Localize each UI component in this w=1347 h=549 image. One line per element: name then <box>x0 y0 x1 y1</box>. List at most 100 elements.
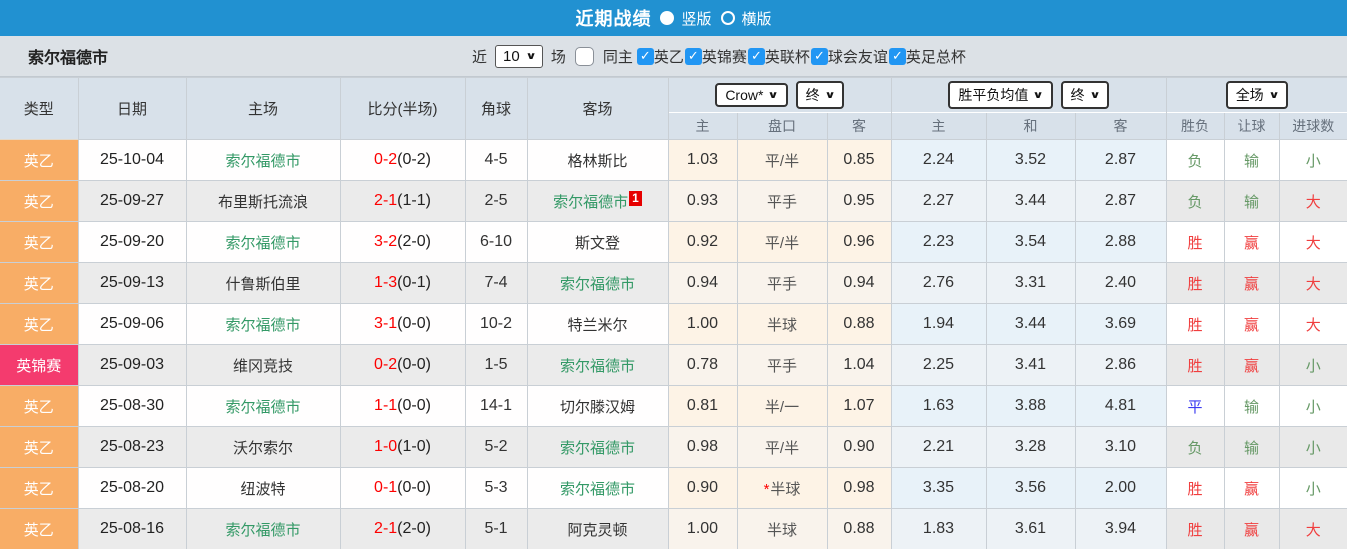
odds-away: 0.95 <box>826 180 892 222</box>
match-score: 0-2(0-2) <box>339 139 466 181</box>
handicap-text: 平/半 <box>764 439 800 457</box>
odds-home: 0.94 <box>667 262 738 304</box>
layout-radio-vertical[interactable]: 竖版 <box>660 8 712 29</box>
odds-home: 0.81 <box>667 385 738 427</box>
away-team: 索尔福德市 1 <box>526 180 669 222</box>
odds-company-dropdown[interactable]: Crow* ∨ <box>715 83 788 107</box>
odds-home: 0.93 <box>667 180 738 222</box>
halftime-score: (2-0) <box>397 233 431 250</box>
odds-away: 1.04 <box>826 344 892 386</box>
table-row: 英乙 25-08-30 索尔福德市 1-1(0-0) 14-1 切尔滕汉姆 0.81 半/一 1… <box>0 385 1347 427</box>
result-outcome: 胜 <box>1165 303 1225 345</box>
match-date: 25-09-13 <box>77 262 187 304</box>
home-team: 索尔福德市 <box>185 303 341 345</box>
checkbox-checked-icon[interactable]: ✓ <box>636 47 654 65</box>
home-team-name: 索尔福德市 <box>225 152 301 170</box>
away-team: 索尔福德市 <box>526 262 669 304</box>
avg-home: 1.94 <box>890 303 987 345</box>
home-team-name: 什鲁斯伯里 <box>225 275 301 293</box>
odds-final-dropdown[interactable]: 终 ∨ <box>795 81 844 109</box>
col-header-score: 比分(半场) <box>339 77 466 140</box>
halftime-score: (0-0) <box>397 356 431 373</box>
avg-away: 2.40 <box>1074 262 1167 304</box>
odds-handicap: 半球 <box>736 508 828 549</box>
match-score: 0-2(0-0) <box>339 344 466 386</box>
match-score: 1-3(0-1) <box>339 262 466 304</box>
league-filter[interactable]: ✓ 英联杯 <box>747 46 811 67</box>
odds-handicap: 半球 <box>736 303 828 345</box>
league-filter[interactable]: ✓ 英足总杯 <box>888 46 967 67</box>
odds-home: 0.78 <box>667 344 738 386</box>
radio-selected-icon[interactable] <box>660 11 675 25</box>
fulltime-score: 3-1 <box>374 315 398 332</box>
away-team-name: 格林斯比 <box>567 152 628 170</box>
avg-type-dropdown[interactable]: 胜平负均值 ∨ <box>948 81 1053 109</box>
radio-unselected-icon[interactable] <box>720 11 735 25</box>
result-handicap: 输 <box>1223 180 1280 222</box>
corner-score: 1-5 <box>464 344 528 386</box>
result-outcome: 胜 <box>1165 344 1225 386</box>
checkbox-checked-icon[interactable]: ✓ <box>684 47 702 65</box>
period-dropdown[interactable]: 全场 ∨ <box>1225 81 1288 109</box>
checkbox-checked-icon[interactable]: ✓ <box>747 47 765 65</box>
sub-header-goals: 进球数 <box>1278 112 1347 140</box>
fulltime-score: 1-3 <box>374 274 398 291</box>
league-badge: 英乙 <box>0 262 79 304</box>
away-team-name: 索尔福德市 <box>559 275 635 293</box>
avg-away: 4.81 <box>1074 385 1167 427</box>
same-home-checkbox[interactable] <box>574 46 594 66</box>
sub-header-avg-draw: 和 <box>985 112 1076 140</box>
checkbox-checked-icon[interactable]: ✓ <box>810 47 828 65</box>
handicap-text: 半/一 <box>764 398 800 416</box>
avg-final-dropdown[interactable]: 终 ∨ <box>1060 81 1109 109</box>
halftime-score: (1-0) <box>397 438 431 455</box>
result-goals: 大 <box>1278 221 1347 263</box>
handicap-text: 平手 <box>766 275 797 293</box>
avg-home: 1.83 <box>890 508 987 549</box>
avg-away: 3.10 <box>1074 426 1167 468</box>
match-score: 3-1(0-0) <box>339 303 466 345</box>
league-filter[interactable]: ✓ 英乙 <box>636 46 685 67</box>
match-date: 25-08-23 <box>77 426 187 468</box>
checkbox-checked-icon[interactable]: ✓ <box>888 47 906 65</box>
avg-away: 2.87 <box>1074 180 1167 222</box>
result-outcome: 胜 <box>1165 262 1225 304</box>
away-team: 阿克灵顿 <box>526 508 669 549</box>
fulltime-score: 0-2 <box>374 151 398 168</box>
chevron-down-icon: ∨ <box>1268 89 1280 101</box>
handicap-text: 平/半 <box>764 234 800 252</box>
league-badge: 英乙 <box>0 221 79 263</box>
result-goals: 小 <box>1278 344 1347 386</box>
league-badge: 英乙 <box>0 426 79 468</box>
table-row: 英乙 25-08-16 索尔福德市 2-1(2-0) 5-1 阿克灵顿 1.00 半球 0.88… <box>0 508 1347 549</box>
red-card-badge: 1 <box>629 190 642 206</box>
away-team: 格林斯比 <box>526 139 669 181</box>
match-date: 25-08-20 <box>77 467 187 509</box>
match-date: 25-09-27 <box>77 180 187 222</box>
corner-score: 2-5 <box>464 180 528 222</box>
col-header-corners: 角球 <box>464 77 528 140</box>
recent-count-select[interactable]: 10 ∨ <box>495 44 543 68</box>
league-filter[interactable]: ✓ 球会友谊 <box>810 46 889 67</box>
avg-away: 2.00 <box>1074 467 1167 509</box>
sub-header-odds-away: 客 <box>826 112 892 140</box>
avg-home: 2.25 <box>890 344 987 386</box>
chevron-down-icon: ∨ <box>823 89 836 101</box>
result-goals: 大 <box>1278 262 1347 304</box>
corner-score: 4-5 <box>464 139 528 181</box>
corner-score: 5-1 <box>464 508 528 549</box>
odds-handicap: *半球 <box>736 467 828 509</box>
match-score: 2-1(1-1) <box>339 180 466 222</box>
result-handicap: 输 <box>1223 139 1280 181</box>
halftime-score: (0-1) <box>397 274 431 291</box>
halftime-score: (2-0) <box>397 520 431 537</box>
layout-radio-horizontal[interactable]: 横版 <box>720 8 772 29</box>
match-date: 25-08-16 <box>77 508 187 549</box>
league-filter[interactable]: ✓ 英锦赛 <box>684 46 748 67</box>
result-outcome: 胜 <box>1165 508 1225 549</box>
chevron-down-icon: ∨ <box>525 50 537 62</box>
away-team-name: 索尔福德市 <box>559 357 635 375</box>
home-team-name: 索尔福德市 <box>225 521 301 539</box>
col-header-type: 类型 <box>0 77 79 140</box>
away-team-name: 索尔福德市 <box>559 439 635 457</box>
